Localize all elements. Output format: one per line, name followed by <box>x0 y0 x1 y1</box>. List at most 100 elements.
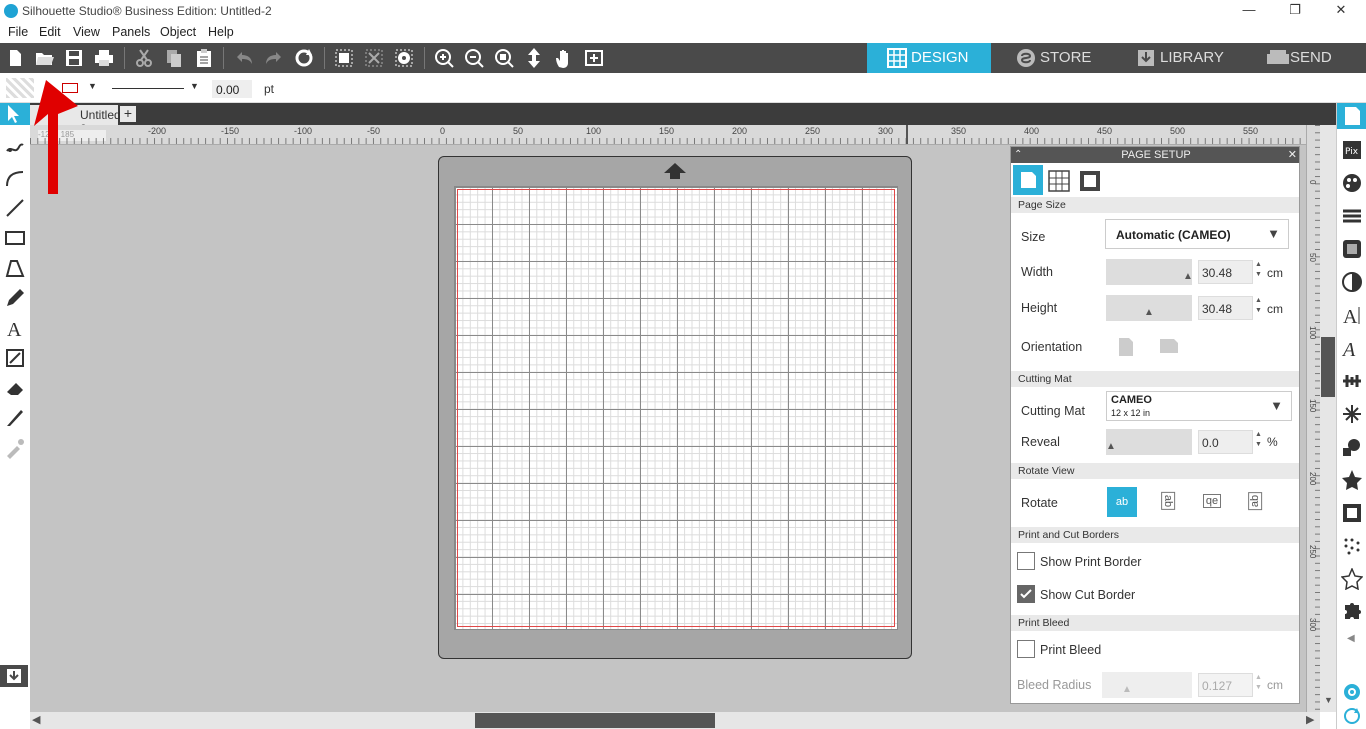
point-edit-icon[interactable] <box>4 137 26 159</box>
redraw-icon[interactable] <box>293 47 315 69</box>
tab-store[interactable]: STORE <box>996 43 1114 73</box>
rotate-180-button[interactable]: qe <box>1196 486 1228 518</box>
show-cut-border-checkbox[interactable] <box>1017 585 1035 603</box>
tab-registration-icon[interactable] <box>1078 169 1102 193</box>
rectangle-tool-icon[interactable] <box>4 227 26 249</box>
tab-grid-icon[interactable] <box>1047 169 1071 193</box>
minimize-button[interactable]: — <box>1226 2 1272 20</box>
tab-page-setup[interactable] <box>1013 165 1043 195</box>
size-dropdown[interactable]: Automatic (CAMEO) ▼ <box>1105 219 1289 249</box>
menu-object[interactable]: Object <box>160 25 196 39</box>
show-print-border-checkbox[interactable] <box>1017 552 1035 570</box>
line-style-icon[interactable] <box>1341 205 1363 227</box>
undo-icon[interactable] <box>233 47 255 69</box>
landscape-orientation-icon[interactable] <box>1158 337 1180 355</box>
tab-library[interactable]: LIBRARY <box>1116 43 1244 73</box>
horizontal-scrollbar[interactable]: ◀ ▶ <box>30 712 1320 729</box>
pixscan-icon[interactable]: Pix <box>1341 139 1363 161</box>
scroll-left-icon[interactable]: ◀ <box>32 713 40 726</box>
transform-icon[interactable] <box>1341 403 1363 425</box>
reveal-input[interactable]: 0.0 <box>1198 430 1253 454</box>
hand-icon[interactable] <box>553 47 575 69</box>
bleed-radius-stepper[interactable]: ▲ ▼ <box>1255 673 1262 693</box>
text-style-icon[interactable]: A <box>1341 304 1363 326</box>
line-style-preview[interactable] <box>112 88 184 89</box>
polygon-tool-icon[interactable] <box>4 257 26 279</box>
line-color-dropdown-icon[interactable]: ▼ <box>88 81 97 91</box>
vertical-scrollbar[interactable]: ▼ <box>1320 125 1336 712</box>
modify-icon[interactable] <box>1341 469 1363 491</box>
fill-palette-icon[interactable] <box>1341 172 1363 194</box>
copy-icon[interactable] <box>163 47 185 69</box>
trace-icon[interactable] <box>1341 535 1363 557</box>
height-slider[interactable]: ▲ <box>1106 295 1192 321</box>
height-stepper[interactable]: ▲ ▼ <box>1255 296 1262 316</box>
library-drawer-button[interactable] <box>0 665 28 687</box>
menu-file[interactable]: File <box>8 25 28 39</box>
text-to-path-icon[interactable]: A <box>1341 337 1363 359</box>
zoom-select-icon[interactable] <box>493 47 515 69</box>
bleed-radius-slider[interactable]: ▲ <box>1102 672 1192 698</box>
add-tab-button[interactable]: + <box>120 106 136 122</box>
offset-icon[interactable] <box>1341 502 1363 524</box>
tab-design[interactable]: DESIGN <box>867 43 991 73</box>
rotate-0-button[interactable]: ab <box>1106 486 1138 518</box>
portrait-orientation-icon[interactable] <box>1117 336 1135 358</box>
open-folder-icon[interactable] <box>33 47 55 69</box>
sketch-tool-icon[interactable] <box>4 347 26 369</box>
pencil-tool-icon[interactable] <box>4 287 26 309</box>
menu-help[interactable]: Help <box>208 25 234 39</box>
line-width-input[interactable]: 0.00 <box>212 80 252 98</box>
eyedropper-tool-icon[interactable] <box>4 437 26 459</box>
print-bleed-checkbox[interactable] <box>1017 640 1035 658</box>
menu-view[interactable]: View <box>73 25 100 39</box>
width-input[interactable]: 30.48 <box>1198 260 1253 284</box>
line-style-dropdown-icon[interactable]: ▼ <box>190 81 199 91</box>
fit-page-icon[interactable] <box>583 47 605 69</box>
zoom-out-icon[interactable] <box>463 47 485 69</box>
scroll-down-icon[interactable]: ▼ <box>1324 695 1333 705</box>
print-icon[interactable] <box>93 47 115 69</box>
menu-panels[interactable]: Panels <box>112 25 150 39</box>
transparency-icon[interactable] <box>1341 271 1363 293</box>
group-icon[interactable] <box>333 47 355 69</box>
cut-icon[interactable] <box>133 47 155 69</box>
replicate-icon[interactable] <box>1341 436 1363 458</box>
select-tool-button[interactable] <box>0 103 30 125</box>
collapse-panel-icon[interactable]: ⌃ <box>1014 147 1022 163</box>
pan-icon[interactable] <box>523 47 545 69</box>
horizontal-scroll-thumb[interactable] <box>475 713 715 728</box>
curve-tool-icon[interactable] <box>4 167 26 189</box>
height-input[interactable]: 30.48 <box>1198 296 1253 320</box>
star-outline-icon[interactable] <box>1341 568 1363 590</box>
ungroup-icon[interactable] <box>363 47 385 69</box>
page-setup-panel-button[interactable] <box>1337 103 1366 129</box>
width-slider[interactable]: ▲ <box>1106 259 1193 285</box>
cutting-mat-dropdown[interactable]: CAMEO 12 x 12 in ▼ <box>1106 391 1292 421</box>
reveal-stepper[interactable]: ▲ ▼ <box>1255 430 1262 450</box>
text-tool-icon[interactable]: A <box>4 317 26 339</box>
restore-button[interactable]: ❐ <box>1272 2 1318 20</box>
tab-send[interactable]: SEND <box>1246 43 1366 73</box>
rotate-90-button[interactable]: ab <box>1152 486 1184 518</box>
menu-edit[interactable]: Edit <box>39 25 61 39</box>
eraser-tool-icon[interactable] <box>4 377 26 399</box>
width-stepper[interactable]: ▲ ▼ <box>1255 260 1262 280</box>
reveal-slider[interactable]: ▲ <box>1106 429 1192 455</box>
paste-icon[interactable] <box>193 47 215 69</box>
close-window-button[interactable]: ✕ <box>1318 2 1364 20</box>
close-panel-icon[interactable]: ✕ <box>1288 147 1297 163</box>
line-tool-icon[interactable] <box>4 197 26 219</box>
knife-tool-icon[interactable] <box>4 407 26 429</box>
line-pattern-icon[interactable] <box>1341 238 1363 260</box>
sync-icon[interactable] <box>1341 705 1363 727</box>
scroll-right-icon[interactable]: ▶ <box>1306 713 1314 726</box>
vertical-scroll-thumb[interactable] <box>1321 337 1335 397</box>
zoom-in-icon[interactable] <box>433 47 455 69</box>
align-icon[interactable] <box>1341 370 1363 392</box>
rotate-270-button[interactable]: ab <box>1239 486 1271 518</box>
compound-path-icon[interactable] <box>393 47 415 69</box>
bleed-radius-input[interactable]: 0.127 <box>1198 673 1253 697</box>
redo-icon[interactable] <box>263 47 285 69</box>
settings-gear-icon[interactable] <box>1341 681 1363 703</box>
